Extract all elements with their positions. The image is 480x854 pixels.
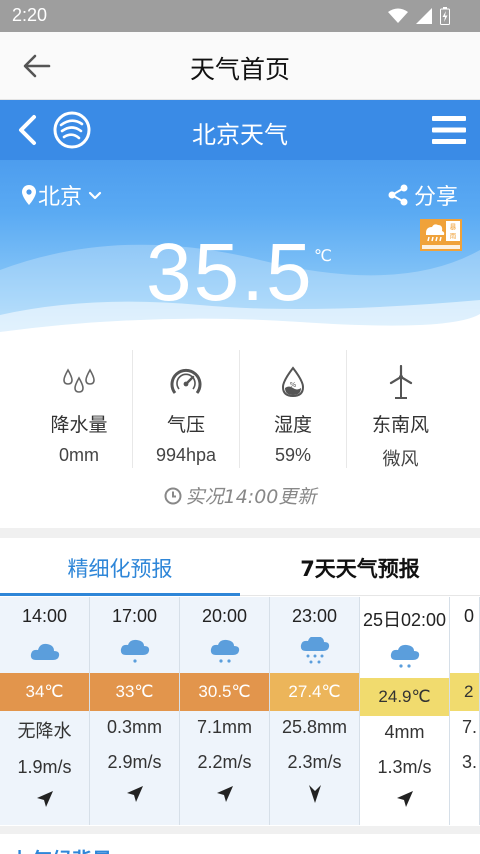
wind-direction-icon	[36, 791, 53, 807]
status-icons	[388, 7, 450, 25]
hour-time: 23:00	[291, 606, 338, 626]
stat-precipitation: 降水量 0mm	[26, 350, 133, 468]
moderate-rain-icon	[210, 639, 239, 663]
hourly-column: 20:00 30.5℃ 7.1mm 2.2m/s	[180, 597, 270, 825]
rainstorm-warning-icon[interactable]: 暴 雨	[420, 219, 462, 251]
hour-time: 0	[464, 606, 475, 626]
stat-value: 59%	[274, 445, 312, 465]
page-title: 天气首页	[189, 55, 290, 84]
hour-wind-speed: 2.2m/s	[197, 752, 252, 772]
location-selector[interactable]: 北京	[22, 179, 106, 211]
current-temperature: 35.5	[146, 227, 314, 318]
hourly-column: 14:00 34℃ 无降水 1.9m/s	[0, 597, 90, 825]
section-divider	[0, 528, 480, 538]
stat-value: 0mm	[59, 445, 99, 465]
stat-label: 气压	[166, 414, 205, 436]
wind-direction-icon	[126, 786, 143, 802]
hour-precip: 4mm	[384, 722, 425, 742]
hour-temperature: 27.4℃	[270, 673, 359, 711]
stat-pressure: 气压 994hpa	[133, 350, 240, 468]
status-bar: 2:20	[0, 0, 480, 32]
hour-temperature: 24.9℃	[360, 678, 449, 716]
share-label: 分享	[413, 185, 458, 210]
section-divider	[0, 826, 480, 834]
location-pin-icon	[22, 185, 36, 205]
status-time: 2:20	[12, 5, 48, 25]
hourly-column: 23:00 27.4℃ 25.8mm 2.3m/s	[270, 597, 360, 825]
stat-label: 东南风	[371, 414, 429, 436]
raindrops-icon	[63, 368, 95, 393]
weather-hero: 北京天气 北京 分享 暴 雨 35.5 ℃	[0, 100, 480, 350]
tab-fine-forecast[interactable]: 精细化预报	[0, 538, 240, 596]
tab-7day-forecast[interactable]: 7天天气预报	[240, 538, 480, 595]
hourly-column: 25日02:00 24.9℃ 4mm 1.3m/s	[360, 597, 450, 825]
hour-temperature: 2	[450, 673, 479, 711]
stat-wind: 东南风 微风	[347, 350, 454, 469]
hour-precip: 0.3mm	[106, 717, 162, 737]
wind-turbine-icon	[389, 365, 412, 399]
hour-temperature: 33℃	[90, 673, 179, 711]
hour-precip: 7.1mm	[196, 717, 252, 737]
humidity-drop-icon: %	[281, 366, 305, 398]
hourly-forecast[interactable]: 14:00 34℃ 无降水 1.9m/s 17:00 33℃ 0.3mm 2.9…	[0, 597, 480, 825]
battery-icon	[440, 7, 450, 25]
wifi-icon	[388, 8, 408, 23]
hourly-column: 17:00 33℃ 0.3mm 2.9m/s	[90, 597, 180, 825]
wind-direction-icon	[396, 791, 413, 807]
hour-wind-speed: 3.	[462, 752, 478, 772]
svg-text:%: %	[290, 381, 297, 389]
share-button[interactable]: 分享	[388, 179, 458, 211]
warning-label-bottom: 雨	[450, 232, 457, 240]
moderate-rain-icon	[390, 644, 419, 668]
temperature-unit: ℃	[314, 246, 332, 265]
hour-wind-speed: 2.9m/s	[107, 752, 162, 772]
chevron-down-icon	[88, 191, 102, 200]
city-weather-title: 北京天气	[192, 121, 288, 149]
wind-direction-icon	[308, 785, 321, 803]
wind-direction-icon	[216, 786, 233, 802]
stat-value: 994hpa	[155, 445, 217, 465]
cloud-icon	[30, 643, 59, 660]
hour-temperature: 34℃	[0, 673, 89, 711]
gauge-icon	[170, 368, 202, 394]
stat-humidity: % 湿度 59%	[240, 350, 347, 468]
menu-icon[interactable]	[432, 116, 466, 144]
hourly-column-partial: 0 2 7. 3.	[450, 597, 480, 825]
hour-precip: 无降水	[17, 721, 72, 741]
stat-label: 降水量	[50, 414, 108, 436]
next-section-title: 七气候背景	[12, 844, 112, 854]
forecast-tabs: 精细化预报 7天天气预报	[0, 538, 480, 596]
update-time: 实况14:00更新	[0, 482, 480, 509]
hour-wind-speed: 1.3m/s	[377, 757, 432, 777]
hour-precip: 7.	[462, 717, 478, 737]
heavy-rain-icon	[300, 637, 329, 664]
hour-time: 25日02:00	[362, 610, 447, 630]
location-city: 北京	[38, 185, 83, 210]
stat-label: 湿度	[273, 414, 312, 436]
current-stats: 降水量 0mm 气压 994hpa % 湿度 59% 东南风 微风	[0, 350, 480, 480]
hour-temperature: 30.5℃	[180, 673, 269, 711]
hour-time: 20:00	[201, 606, 248, 626]
light-rain-icon	[120, 639, 149, 663]
hour-precip: 25.8mm	[281, 717, 348, 737]
hour-time: 14:00	[21, 606, 68, 626]
stat-value: 微风	[382, 449, 419, 469]
hour-wind-speed: 1.9m/s	[17, 757, 72, 777]
hour-time: 17:00	[111, 606, 158, 626]
signal-icon	[416, 8, 432, 24]
clock-icon	[164, 487, 182, 504]
hour-wind-speed: 2.3m/s	[287, 752, 342, 772]
app-bar: 天气首页	[0, 32, 480, 100]
share-icon	[388, 184, 408, 206]
update-time-text: 实况14:00更新	[185, 486, 317, 508]
warning-label-top: 暴	[450, 223, 457, 231]
